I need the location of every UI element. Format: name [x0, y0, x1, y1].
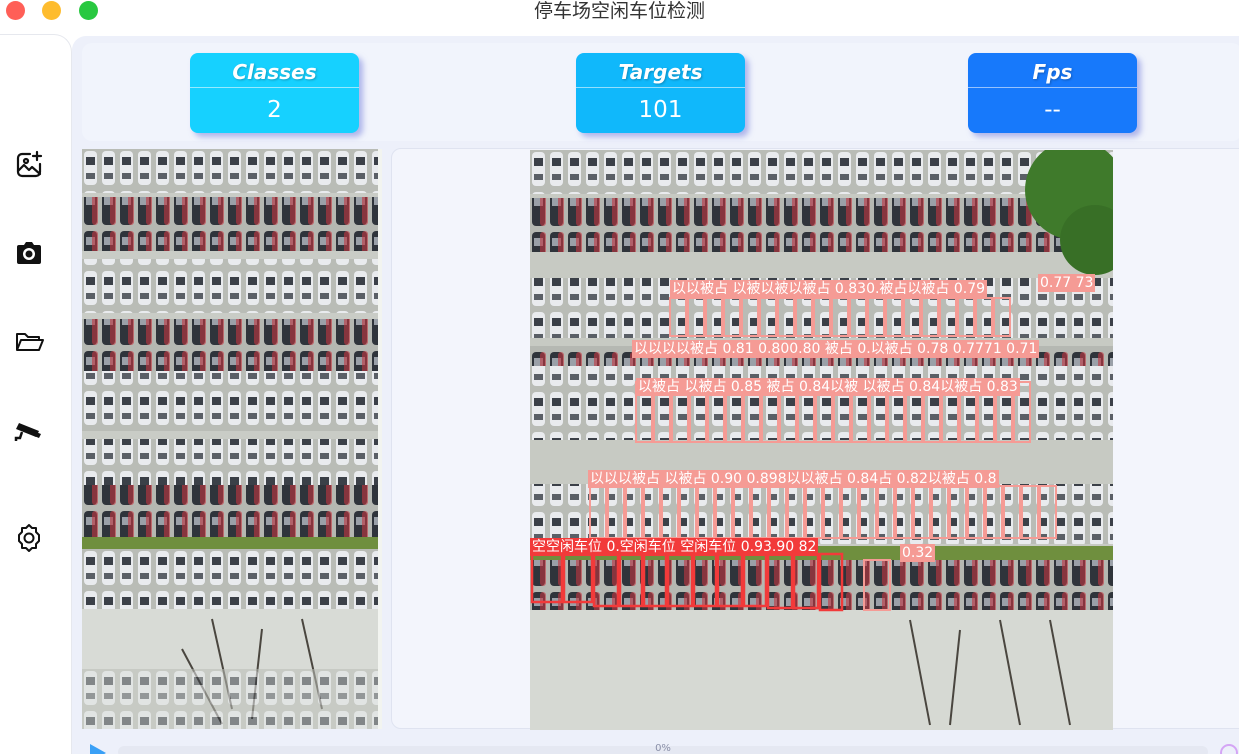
sidebar [0, 34, 72, 754]
targets-label: Targets [576, 53, 745, 88]
playback-bar: 0% [72, 736, 1239, 754]
camera-button[interactable] [10, 234, 48, 272]
targets-card: Targets 101 [576, 53, 745, 133]
stop-button[interactable] [1220, 744, 1238, 754]
detection-label-row2: 以以以以被占 0.81 0.800.80 被占 0.以被占 0.78 0.777… [632, 340, 1040, 358]
main-panel: Classes 2 Targets 101 Fps -- 以以被占 以被以被以被… [72, 36, 1239, 754]
classes-label: Classes [190, 53, 359, 88]
fps-value: -- [1044, 97, 1061, 123]
window-title-bar: 停车场空闲车位检测 [0, 0, 1239, 22]
detection-label-row1-end: 0.77 73 [1038, 274, 1096, 292]
parking-lot-photo-detected [530, 150, 1113, 730]
detection-label-empty-row: 空空闲车位 0.空闲车位 空闲车位 0.93.90 82 [530, 538, 819, 556]
security-camera-icon [14, 423, 41, 441]
progress-bar[interactable]: 0% [118, 743, 1208, 754]
settings-button[interactable] [10, 519, 48, 557]
detection-label-row3: 以被占 以被占 0.85 被占 0.84以被 以被占 0.84以被占 0.83 [636, 378, 1020, 396]
window-title: 停车场空闲车位检测 [533, 0, 705, 22]
detection-label-row4: 以以以被占 以被占 0.90 0.898以以被占 0.84占 0.82以被占 0… [588, 470, 999, 488]
add-image-button[interactable] [10, 146, 48, 184]
fps-label: Fps [968, 53, 1137, 88]
detection-result-view: 以以被占 以被以被以被占 0.830.被占以被占 0.79 0.77 73 以以… [530, 150, 1113, 730]
original-image-view [82, 149, 382, 729]
gear-icon [18, 524, 40, 552]
webcam-button[interactable] [10, 412, 48, 450]
stats-panel: Classes 2 Targets 101 Fps -- [82, 43, 1239, 141]
classes-value: 2 [267, 97, 282, 123]
targets-value: 101 [638, 97, 683, 123]
result-panel: 以以被占 以被以被以被占 0.830.被占以被占 0.79 0.77 73 以以… [391, 148, 1239, 730]
detection-label-low-conf: 0.32 [900, 544, 936, 562]
folder-open-icon [16, 333, 44, 351]
play-button[interactable] [90, 744, 106, 754]
classes-card: Classes 2 [190, 53, 359, 133]
image-add-icon [16, 150, 43, 178]
camera-icon [17, 242, 41, 264]
parking-lot-photo-original [82, 149, 382, 729]
detection-label-row1: 以以被占 以被以被以被占 0.830.被占以被占 0.79 [670, 280, 988, 298]
fps-card: Fps -- [968, 53, 1137, 133]
progress-text: 0% [655, 743, 671, 754]
open-folder-button[interactable] [10, 323, 48, 361]
